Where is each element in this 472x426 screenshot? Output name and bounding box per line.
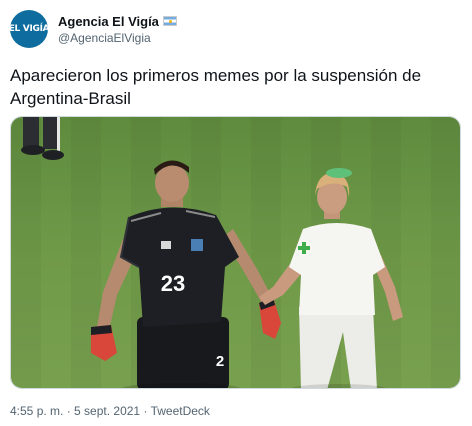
tweet-header: EL VIGÍA Agencia El Vigía @AgenciaElVigi… bbox=[10, 10, 177, 48]
avatar-logo-text: EL VIGÍA bbox=[10, 24, 48, 34]
tweet-source[interactable]: TweetDeck bbox=[151, 404, 210, 418]
tweet-date[interactable]: 5 sept. 2021 bbox=[74, 404, 140, 418]
account-handle[interactable]: @AgenciaElVigia bbox=[58, 30, 177, 46]
separator: · bbox=[63, 404, 75, 418]
avatar[interactable]: EL VIGÍA bbox=[10, 10, 48, 48]
tweet-card: EL VIGÍA Agencia El Vigía @AgenciaElVigi… bbox=[0, 0, 472, 426]
separator-2: · bbox=[140, 404, 151, 418]
tweet-metadata: 4:55 p. m. · 5 sept. 2021 · TweetDeck bbox=[10, 404, 210, 418]
tweet-photo[interactable]: 23 2 bbox=[10, 116, 461, 389]
photo-illustration: 23 2 bbox=[11, 117, 460, 388]
account-names: Agencia El Vigía @AgenciaElVigia bbox=[58, 13, 177, 46]
argentina-flag-icon bbox=[162, 16, 177, 26]
shorts-number: 2 bbox=[216, 353, 224, 370]
jersey-number: 23 bbox=[161, 271, 185, 296]
tweet-text: Aparecieron los primeros memes por la su… bbox=[10, 66, 422, 108]
display-name[interactable]: Agencia El Vigía bbox=[58, 13, 159, 30]
tweet-time[interactable]: 4:55 p. m. bbox=[10, 404, 63, 418]
display-name-row: Agencia El Vigía bbox=[58, 13, 177, 30]
